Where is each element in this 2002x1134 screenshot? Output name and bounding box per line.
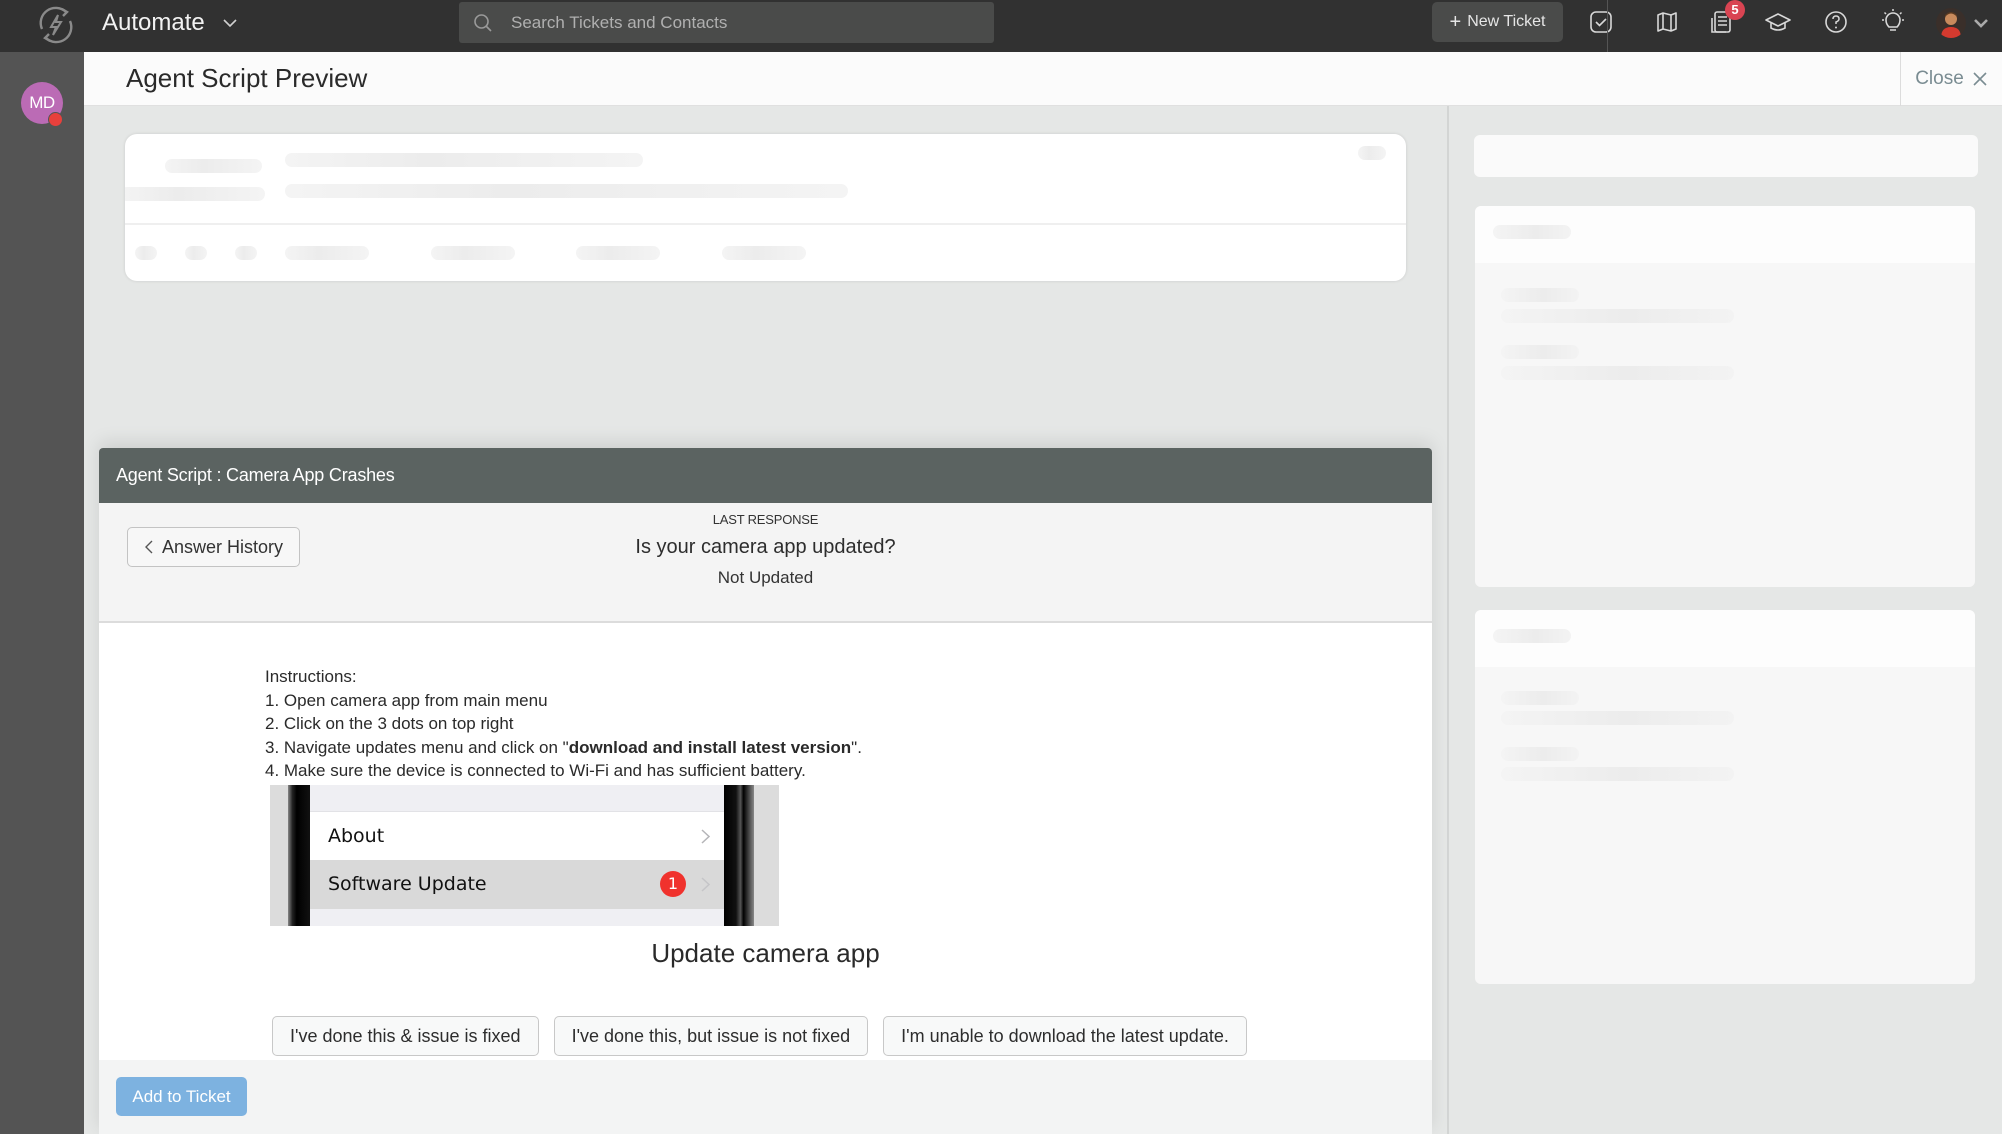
left-sidebar: MD [0,52,84,1134]
last-question: Is your camera app updated? [635,536,896,558]
skeleton-bar [285,153,643,167]
search-input[interactable] [511,2,981,43]
skeleton-bar [165,159,262,173]
add-to-ticket-button[interactable]: Add to Ticket [116,1077,247,1116]
script-footer: Add to Ticket [99,1060,1432,1134]
last-response-label: LAST RESPONSE [712,512,819,527]
right-skeleton-bar [1474,135,1978,177]
skeleton-bar [235,246,257,260]
instruction-step-text: 3. Navigate updates menu and click on " [265,737,569,757]
instruction-step: 4. Make sure the device is connected to … [265,761,806,780]
phone-bezel [288,785,310,926]
skeleton-bar [1501,345,1579,359]
chevron-right-icon [701,877,710,892]
skeleton-bar [135,246,157,260]
instruction-step: 3. Navigate updates menu and click on "d… [265,736,862,760]
agent-script-panel: Agent Script : Camera App Crashes Answer… [99,448,1432,1134]
user-avatar[interactable] [1936,8,1966,38]
user-avatar-image [1941,12,1961,38]
skeleton-bar [1493,225,1571,239]
skeleton-bar [1501,711,1734,725]
last-response-section: Answer History LAST RESPONSE Is your cam… [99,503,1432,623]
update-badge: 1 [660,871,686,897]
answer-option-unable-download[interactable]: I'm unable to download the latest update… [883,1016,1247,1056]
toolbar-divider [1607,0,1608,52]
instruction-step-suffix: ". [851,737,862,757]
ideas-bulb-icon[interactable] [1879,8,1907,36]
notification-badge: 5 [1725,0,1745,20]
last-answer: Not Updated [717,568,814,587]
pane-divider[interactable] [1447,106,1449,1134]
skeleton-bar [1501,767,1734,781]
help-icon[interactable] [1822,8,1850,36]
skeleton-bar [1501,309,1734,323]
answer-option-not-fixed[interactable]: I've done this, but issue is not fixed [553,1016,869,1056]
skeleton-bar [431,246,515,260]
skeleton-bar [576,246,660,260]
instructions-heading: Instructions: [265,667,357,686]
phone-bezel [724,785,754,926]
instruction-step: 2. Click on the 3 dots on top right [265,714,514,733]
map-icon[interactable] [1653,8,1681,36]
new-ticket-button[interactable]: + New Ticket [1432,2,1563,42]
new-ticket-label: New Ticket [1467,13,1546,30]
skeleton-bar [1501,366,1734,380]
skeleton-bar [285,184,848,198]
instruction-step: 1. Open camera app from main menu [265,690,548,710]
page-header: Agent Script Preview Close [84,52,2002,106]
skeleton-bar [1501,747,1579,761]
skeleton-bar [1358,146,1386,160]
search-icon [474,14,492,32]
phone-menu-row: Software Update 1 [310,860,724,909]
skeleton-bar [1501,691,1579,705]
right-skeleton-card [1475,610,1975,984]
skeleton-divider [125,223,1406,225]
skeleton-bar [722,246,806,260]
skeleton-bar [285,246,369,260]
automate-logo-icon[interactable] [34,3,78,47]
right-skeleton-card [1475,206,1975,587]
close-button[interactable]: Close [1900,52,2002,106]
chevron-down-icon[interactable] [1973,16,1989,30]
instruction-step-bold: download and install latest version [568,737,852,757]
skeleton-bar [1501,288,1579,302]
app-name[interactable]: Automate [102,8,205,38]
ticket-skeleton-card [125,134,1406,281]
chevron-right-icon [701,829,710,844]
academy-icon[interactable] [1764,8,1792,36]
phone-screen: About Software Update 1 [310,785,724,926]
search-box[interactable] [459,2,994,43]
chevron-down-icon[interactable] [221,14,239,32]
phone-menu-row: About [310,811,724,860]
software-update-screenshot: About Software Update 1 [270,785,779,926]
skeleton-bar [185,246,207,260]
page-title: Agent Script Preview [126,63,368,93]
answer-option-fixed[interactable]: I've done this & issue is fixed [272,1016,539,1056]
skeleton-bar [1493,629,1571,643]
answer-options: I've done this & issue is fixed I've don… [272,1016,1247,1056]
skeleton-bar [125,187,265,201]
phone-row-label: About [328,825,385,847]
top-navigation-bar: Automate + New Ticket 5 [0,0,2002,52]
instructions-text: Instructions: 1. Open camera app from ma… [265,665,862,783]
close-icon [1973,72,1987,86]
step-title: Update camera app [651,938,880,968]
close-label: Close [1915,68,1964,89]
agent-status-indicator[interactable] [48,112,63,127]
phone-row-label: Software Update [328,873,487,895]
agent-script-title: Agent Script : Camera App Crashes [99,448,1432,503]
tasks-check-icon[interactable] [1587,8,1615,36]
plus-icon: + [1449,11,1462,33]
